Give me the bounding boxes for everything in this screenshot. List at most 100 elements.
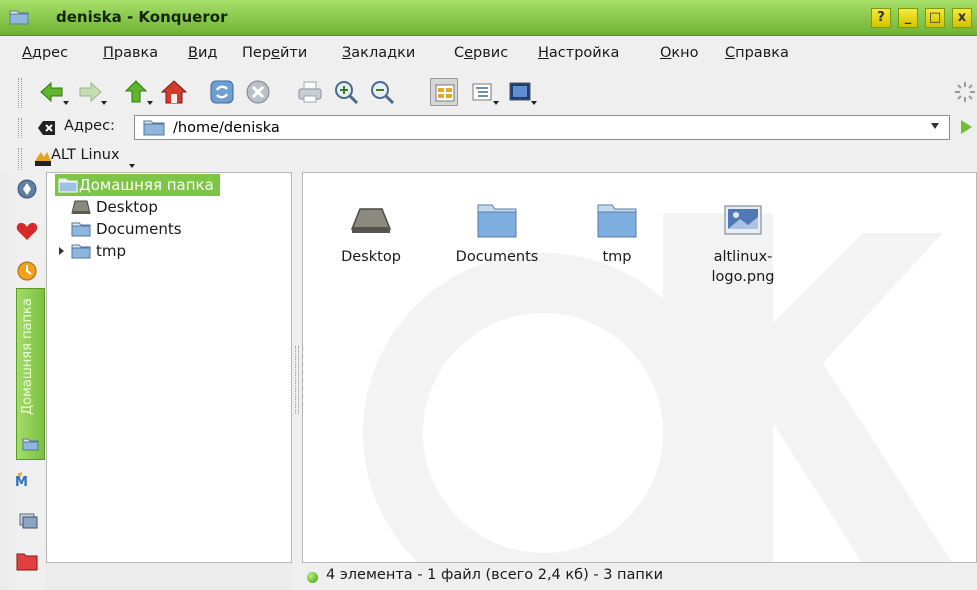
menu-settings[interactable]: Настройка: [538, 45, 619, 61]
menu-mnemonic: З: [342, 45, 352, 61]
status-indicator-icon: [307, 572, 318, 583]
menu-address[interactable]: Адрес: [22, 45, 68, 61]
menu-mnemonic: Н: [538, 45, 549, 61]
preview-dropdown-arrow[interactable]: [531, 101, 537, 105]
menu-mnemonic: О: [660, 45, 672, 61]
file-label: altlinux- logo.png: [688, 247, 798, 287]
menu-view[interactable]: Вид: [188, 45, 217, 61]
up-icon: [124, 80, 148, 103]
up-dropdown-arrow[interactable]: [147, 101, 153, 105]
alt-linux-logo-icon: [35, 152, 51, 166]
tree-view-icon: [472, 83, 492, 101]
file-label-line: logo.png: [711, 269, 775, 285]
minimize-button[interactable]: _: [898, 8, 918, 28]
splitter-grip: [295, 346, 299, 414]
menu-mnemonic: В: [188, 45, 198, 61]
heart-icon[interactable]: [14, 218, 40, 244]
kde-services-icon[interactable]: M: [14, 468, 40, 494]
home-button[interactable]: [160, 78, 188, 106]
go-icon[interactable]: [961, 120, 972, 134]
zoom-out-icon: [371, 81, 395, 105]
file-label: Desktop: [341, 249, 401, 265]
close-button[interactable]: x: [952, 8, 972, 28]
back-button[interactable]: [38, 78, 69, 106]
menu-bookmarks[interactable]: Закладки: [342, 45, 415, 61]
menu-window[interactable]: Окно: [660, 45, 699, 61]
icon-view-button[interactable]: [430, 78, 458, 106]
file-label-line: altlinux-: [713, 249, 773, 265]
folder-icon: [71, 244, 91, 259]
network-folder-icon[interactable]: [14, 548, 40, 574]
bookmark-alt-linux[interactable]: ALT Linux: [51, 147, 120, 163]
stop-button[interactable]: [244, 78, 272, 106]
toolbar-grip[interactable]: [18, 78, 22, 108]
file-label: tmp: [602, 249, 632, 265]
bookmark-grip[interactable]: [18, 148, 22, 170]
zoom-out-button[interactable]: [368, 78, 396, 106]
menu-mnemonic: А: [22, 45, 32, 61]
tree-view-button[interactable]: [468, 78, 499, 106]
sidebar-tabs: Домашняя папка M: [9, 172, 45, 590]
stop-icon: [246, 80, 270, 104]
tree-item-label: Desktop: [96, 198, 158, 216]
tree-item-home[interactable]: Домашняя папка: [55, 174, 220, 196]
tree-item-tmp[interactable]: tmp: [71, 240, 126, 262]
bookmark-dropdown-arrow[interactable]: [129, 164, 135, 168]
menu-mnemonic: П: [103, 45, 114, 61]
menu-tools[interactable]: Сервис: [454, 45, 508, 61]
home-folder-tab-label: Домашняя папка: [20, 298, 35, 415]
folder-icon: [9, 10, 29, 25]
back-dropdown-arrow[interactable]: [63, 101, 69, 105]
forward-dropdown-arrow[interactable]: [101, 101, 107, 105]
svg-text:M: M: [15, 475, 28, 490]
main-toolbar: [0, 70, 977, 114]
print-button[interactable]: [296, 78, 324, 106]
status-text: 4 элемента - 1 файл (всего 2,4 кб) - 3 п…: [326, 567, 664, 583]
reload-icon: [210, 80, 234, 104]
tree-item-label: tmp: [96, 242, 127, 260]
location-grip[interactable]: [18, 118, 22, 138]
file-item-desktop[interactable]: Desktop: [316, 199, 426, 299]
file-item-tmp[interactable]: tmp: [562, 199, 672, 299]
forward-button[interactable]: [76, 78, 107, 106]
folder-icon: [22, 438, 39, 451]
tree-item-desktop[interactable]: Desktop: [71, 196, 158, 218]
bookmark-toolbar: ALT Linux: [0, 142, 977, 174]
forward-icon: [79, 81, 102, 103]
file-item-documents[interactable]: Documents: [442, 199, 552, 299]
file-item-altlinux-logo[interactable]: altlinux- logo.png: [688, 199, 798, 299]
zoom-in-icon: [335, 81, 359, 105]
history-icon[interactable]: [14, 258, 40, 284]
maximize-button[interactable]: □: [925, 8, 945, 28]
zoom-in-button[interactable]: [332, 78, 360, 106]
file-label: Documents: [455, 249, 539, 265]
menu-edit[interactable]: Правка: [103, 45, 158, 61]
desktop-folder-icon: [71, 200, 91, 214]
clear-location-icon[interactable]: [38, 120, 56, 136]
icon-view-icon: [435, 84, 455, 102]
address-dropdown-arrow[interactable]: [931, 123, 939, 129]
bookmarks-tab-icon[interactable]: [14, 176, 40, 202]
menu-mnemonic: е: [271, 45, 280, 61]
image-file-icon: [724, 205, 762, 235]
tree-item-documents[interactable]: Documents: [71, 218, 182, 240]
help-button[interactable]: ?: [871, 8, 891, 28]
menu-bar: Адрес Правка Вид Перейти Закладки Сервис…: [0, 36, 977, 70]
window-title: deniska - Konqueror: [56, 8, 228, 26]
preview-button[interactable]: [506, 78, 537, 106]
folder-icon: [58, 178, 78, 193]
menu-help[interactable]: Справка: [725, 45, 789, 61]
throbber-icon: [955, 82, 975, 102]
folder-tree: Домашняя папка Desktop Documents tmp: [46, 172, 292, 563]
file-icon-view[interactable]: Desktop Documents tmp altlinux- logo.png: [302, 172, 977, 563]
devices-icon[interactable]: [14, 508, 40, 534]
home-folder-tab[interactable]: Домашняя папка: [16, 288, 45, 460]
menu-go[interactable]: Перейти: [242, 45, 307, 61]
print-icon: [298, 81, 322, 103]
address-input[interactable]: [134, 115, 950, 140]
reload-button[interactable]: [208, 78, 236, 106]
expand-arrow-icon[interactable]: [59, 247, 64, 255]
tree-view-dropdown-arrow[interactable]: [493, 101, 499, 105]
up-button[interactable]: [122, 78, 153, 106]
title-bar[interactable]: deniska - Konqueror ? _ □ x: [0, 0, 977, 36]
